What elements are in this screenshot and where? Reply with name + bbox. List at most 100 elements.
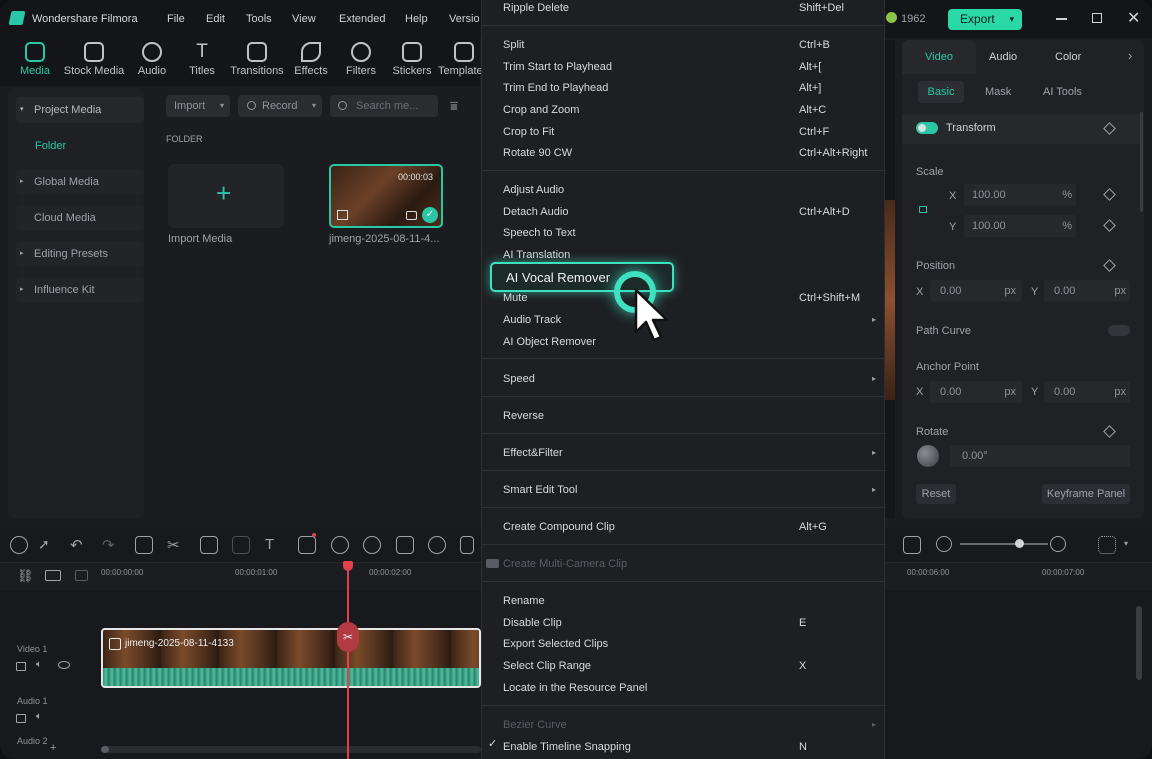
export-button[interactable]: Export ▾ bbox=[948, 9, 1022, 30]
add-track-icon[interactable]: + bbox=[50, 742, 56, 754]
keyframe-panel-button[interactable]: Keyframe Panel bbox=[1042, 484, 1130, 504]
track-add-icon[interactable] bbox=[45, 570, 61, 581]
subtab-mask[interactable]: Mask bbox=[985, 86, 1011, 98]
horizontal-scrollbar[interactable] bbox=[101, 746, 481, 753]
menu-item-trim-start[interactable]: Trim Start to Playhead bbox=[503, 58, 612, 76]
keyframe-diamond-icon[interactable] bbox=[1103, 219, 1116, 232]
video-clip[interactable]: jimeng-2025-08-11-4133 bbox=[101, 628, 481, 688]
sidebar-item-global-media[interactable]: ▸ Global Media bbox=[16, 169, 144, 195]
subtab-ai-tools[interactable]: AI Tools bbox=[1043, 86, 1082, 98]
sidebar-item-editing-presets[interactable]: ▸ Editing Presets bbox=[16, 241, 144, 267]
tab-stickers[interactable]: Stickers bbox=[387, 42, 437, 77]
rotate-input[interactable]: 0.00° bbox=[950, 445, 1130, 467]
scrollbar[interactable] bbox=[1140, 112, 1143, 212]
menu-view[interactable]: View bbox=[292, 13, 316, 25]
tab-titles[interactable]: T Titles bbox=[177, 42, 227, 78]
eye-icon[interactable] bbox=[58, 661, 70, 669]
keyframe-diamond-icon[interactable] bbox=[1103, 188, 1116, 201]
menu-item-crop-fit[interactable]: Crop to Fit bbox=[503, 123, 554, 141]
path-curve-toggle[interactable] bbox=[1108, 325, 1130, 336]
tab-templates[interactable]: Templates bbox=[438, 42, 482, 77]
import-dropdown[interactable]: Import ▾ bbox=[166, 95, 230, 117]
audio-wave-icon[interactable] bbox=[232, 536, 250, 554]
zoom-in-icon[interactable] bbox=[1050, 536, 1066, 552]
keyframe-diamond-icon[interactable] bbox=[1103, 259, 1116, 272]
menu-item-split[interactable]: Split bbox=[503, 36, 524, 54]
tab-effects[interactable]: Effects bbox=[286, 42, 336, 77]
menu-item-mute[interactable]: Mute bbox=[503, 289, 527, 307]
menu-item-export-selected[interactable]: Export Selected Clips bbox=[503, 635, 608, 653]
layout-icon[interactable] bbox=[10, 536, 28, 554]
anchor-y-input[interactable]: 0.00 px bbox=[1044, 381, 1130, 403]
tab-audio[interactable]: Audio bbox=[127, 42, 177, 77]
menu-file[interactable]: File bbox=[167, 13, 185, 25]
split-scissors-icon[interactable]: ✂ bbox=[337, 622, 359, 652]
tab-audio-props[interactable]: Audio bbox=[989, 51, 1017, 63]
sidebar-item-influence-kit[interactable]: ▸ Influence Kit bbox=[16, 277, 144, 303]
auto-reframe-icon[interactable] bbox=[460, 536, 474, 554]
tab-color[interactable]: Color bbox=[1055, 51, 1081, 63]
record-dropdown[interactable]: Record ▾ bbox=[238, 95, 322, 117]
position-x-input[interactable]: 0.00 px bbox=[930, 280, 1022, 302]
speaker-icon[interactable]: 🔈︎ bbox=[36, 659, 42, 670]
menu-item-reverse[interactable]: Reverse bbox=[503, 407, 544, 425]
menu-item-adjust-audio[interactable]: Adjust Audio bbox=[503, 181, 564, 199]
rectangle-icon[interactable] bbox=[298, 536, 316, 554]
sidebar-item-project-media[interactable]: ▾ Project Media bbox=[16, 97, 144, 123]
menu-item-speed[interactable]: Speed bbox=[503, 370, 535, 388]
menu-item-detach-audio[interactable]: Detach Audio bbox=[503, 203, 568, 221]
menu-item-select-range[interactable]: Select Clip Range bbox=[503, 657, 591, 675]
playhead[interactable] bbox=[347, 562, 349, 759]
sidebar-item-folder[interactable]: Folder bbox=[16, 133, 144, 159]
keyframe-diamond-icon[interactable] bbox=[1103, 425, 1116, 438]
tab-filters[interactable]: Filters bbox=[336, 42, 386, 77]
speed-icon[interactable] bbox=[331, 536, 349, 554]
menu-help[interactable]: Help bbox=[405, 13, 428, 25]
import-media-tile[interactable]: + bbox=[168, 164, 284, 228]
scale-x-input[interactable]: 100.00% bbox=[964, 184, 1076, 206]
zoom-out-icon[interactable] bbox=[936, 536, 952, 552]
credits-badge[interactable]: 1962 bbox=[886, 11, 925, 27]
position-y-input[interactable]: 0.00 px bbox=[1044, 280, 1130, 302]
transform-toggle[interactable] bbox=[916, 122, 938, 134]
close-icon[interactable]: ✕ bbox=[1127, 8, 1140, 28]
rotate-knob[interactable] bbox=[917, 445, 939, 467]
playhead-handle[interactable] bbox=[343, 561, 353, 571]
menu-item-disable-clip[interactable]: Disable Clip bbox=[503, 614, 562, 632]
menu-item-rotate[interactable]: Rotate 90 CW bbox=[503, 144, 572, 162]
scroll-handle[interactable] bbox=[101, 746, 109, 753]
lock-track-icon[interactable] bbox=[16, 714, 26, 723]
menu-item-ai-object-remover[interactable]: AI Object Remover bbox=[503, 333, 596, 351]
menu-version[interactable]: Version bbox=[449, 13, 479, 25]
color-match-icon[interactable] bbox=[363, 536, 381, 554]
tab-video[interactable]: Video bbox=[902, 40, 976, 74]
menu-item-crop-zoom[interactable]: Crop and Zoom bbox=[503, 101, 579, 119]
menu-item-smart-edit-tool[interactable]: Smart Edit Tool bbox=[503, 481, 577, 499]
select-arrow-icon[interactable]: ➚ bbox=[38, 536, 56, 554]
menu-item-speech-to-text[interactable]: Speech to Text bbox=[503, 224, 576, 242]
grid-icon[interactable] bbox=[1098, 536, 1116, 554]
lock-track-icon[interactable] bbox=[16, 662, 26, 671]
sidebar-item-cloud-media[interactable]: Cloud Media bbox=[16, 205, 144, 231]
menu-item-ripple-delete[interactable]: Ripple Delete bbox=[503, 0, 569, 17]
menu-item-rename[interactable]: Rename bbox=[503, 592, 545, 610]
timer-icon[interactable] bbox=[428, 536, 446, 554]
chevron-right-icon[interactable]: › bbox=[1128, 48, 1132, 63]
zoom-slider-handle[interactable] bbox=[1015, 539, 1024, 548]
vertical-scrollbar[interactable] bbox=[1136, 606, 1142, 680]
menu-tools[interactable]: Tools bbox=[246, 13, 272, 25]
menu-item-locate-resource[interactable]: Locate in the Resource Panel bbox=[503, 679, 647, 697]
menu-extended[interactable]: Extended bbox=[339, 13, 385, 25]
minimize-icon[interactable] bbox=[1056, 18, 1067, 20]
edit-frame-icon[interactable] bbox=[396, 536, 414, 554]
tab-transitions[interactable]: Transitions bbox=[228, 42, 286, 77]
subtab-basic[interactable]: Basic bbox=[918, 81, 964, 103]
tab-media[interactable]: Media bbox=[10, 42, 60, 77]
reset-button[interactable]: Reset bbox=[916, 484, 956, 504]
scissors-icon[interactable]: ✂ bbox=[167, 536, 185, 554]
menu-item-timeline-snapping[interactable]: Enable Timeline Snapping bbox=[503, 738, 631, 756]
crop-icon[interactable] bbox=[200, 536, 218, 554]
clip-thumbnail[interactable]: 00:00:03 ✓ bbox=[329, 164, 443, 228]
menu-item-audio-track[interactable]: Audio Track bbox=[503, 311, 561, 329]
text-icon[interactable]: T bbox=[265, 536, 283, 554]
